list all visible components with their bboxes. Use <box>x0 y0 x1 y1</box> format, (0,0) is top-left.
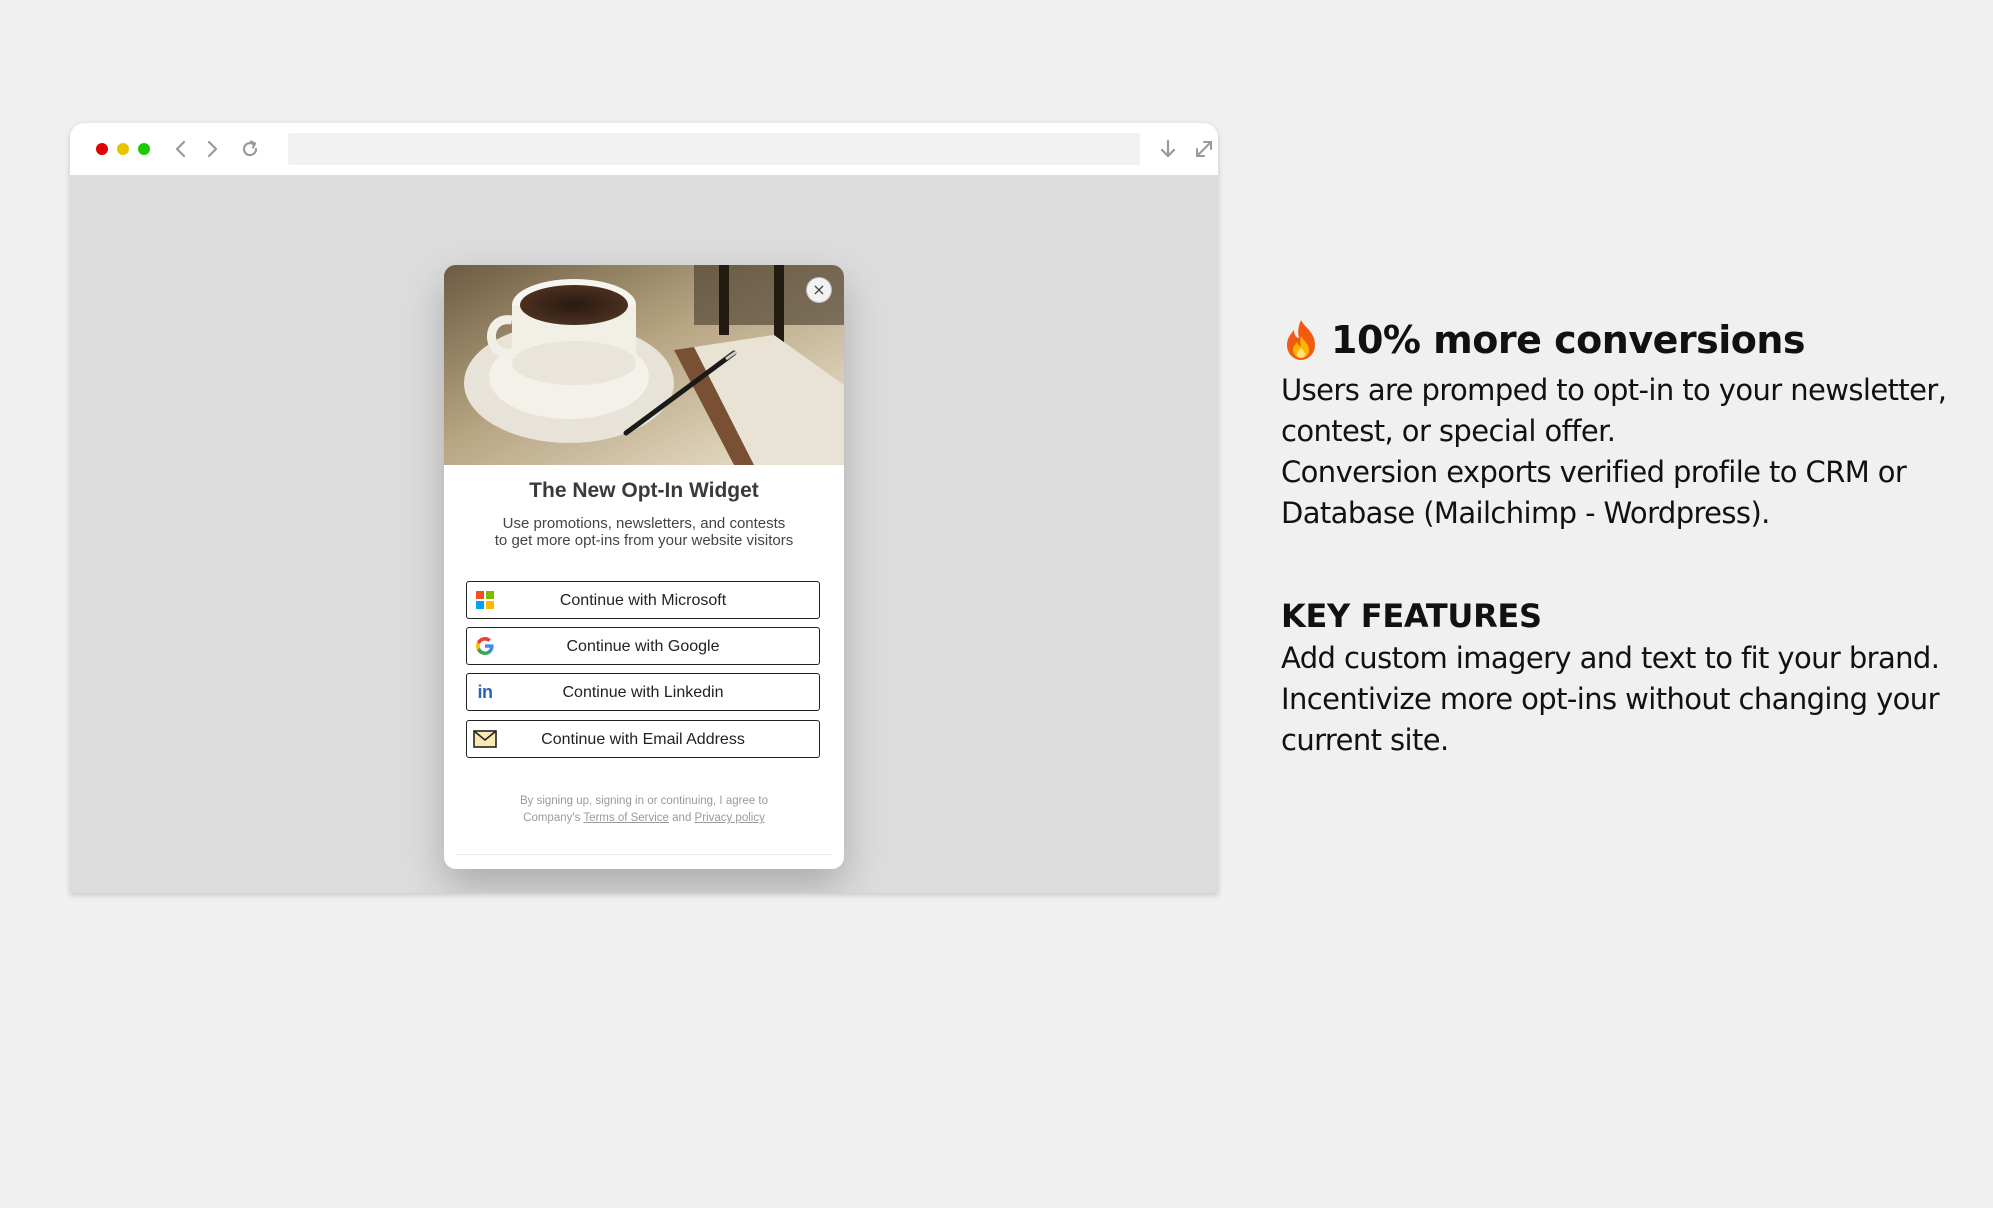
window-maximize-dot[interactable] <box>138 143 150 155</box>
terms-prefix: Company's <box>523 812 584 824</box>
window-close-dot[interactable] <box>96 143 108 155</box>
browser-toolbar <box>70 123 1218 175</box>
intro-paragraph: Users are promped to opt-in to your news… <box>1281 370 1981 534</box>
intro-line-3: Conversion exports verified profile to C… <box>1281 455 1907 489</box>
intro-line-1: Users are promped to opt-in to your news… <box>1281 373 1947 407</box>
subtitle-line-2: to get more opt-ins from your website vi… <box>494 532 794 549</box>
modal-title: The New Opt-In Widget <box>529 479 759 502</box>
headline-text: 10% more conversions <box>1331 318 1806 362</box>
email-button-label: Continue with Email Address <box>541 730 745 748</box>
download-icon[interactable] <box>1155 136 1181 162</box>
features-title: KEY FEATURES <box>1281 597 1542 635</box>
privacy-policy-link[interactable]: Privacy policy <box>695 812 765 824</box>
features-paragraph: Add custom imagery and text to fit your … <box>1281 638 1981 761</box>
continue-with-microsoft-button[interactable]: Continue with Microsoft <box>466 581 820 619</box>
continue-with-email-button[interactable]: Continue with Email Address <box>466 720 820 758</box>
intro-line-2: contest, or special offer. <box>1281 414 1616 448</box>
google-icon <box>475 636 495 656</box>
microsoft-icon <box>475 590 495 610</box>
modal-subtitle: Use promotions, newsletters, and contest… <box>464 515 824 549</box>
modal-divider <box>456 854 832 855</box>
microsoft-button-label: Continue with Microsoft <box>559 591 727 609</box>
window-minimize-dot[interactable] <box>117 143 129 155</box>
opt-in-modal: × The New Opt-In Widget Use promotions, … <box>444 265 844 869</box>
terms-notice: By signing up, signing in or continuing,… <box>484 793 804 827</box>
terms-of-service-link[interactable]: Terms of Service <box>583 812 669 824</box>
terms-and: and <box>668 812 695 824</box>
browser-window: × The New Opt-In Widget Use promotions, … <box>70 123 1218 893</box>
continue-with-google-button[interactable]: Continue with Google <box>466 627 820 665</box>
address-bar-input[interactable] <box>288 133 1140 165</box>
forward-icon[interactable] <box>199 136 225 162</box>
envelope-icon <box>473 729 497 749</box>
continue-with-linkedin-button[interactable]: in Continue with Linkedin <box>466 673 820 711</box>
feature-line-3: current site. <box>1281 723 1449 757</box>
linkedin-icon: in <box>477 681 494 702</box>
terms-line-1: By signing up, signing in or continuing,… <box>519 795 769 807</box>
linkedin-button-label: Continue with Linkedin <box>562 683 724 701</box>
marketing-copy: 10% more conversions Users are promped t… <box>1281 310 1981 761</box>
reload-icon[interactable] <box>237 136 263 162</box>
close-button[interactable]: × <box>806 277 832 303</box>
browser-viewport: × The New Opt-In Widget Use promotions, … <box>70 175 1218 893</box>
intro-line-4: Database (Mailchimp - Wordpress). <box>1281 496 1770 530</box>
feature-line-1: Add custom imagery and text to fit your … <box>1281 641 1940 675</box>
subtitle-line-1: Use promotions, newsletters, and contest… <box>502 515 786 532</box>
google-button-label: Continue with Google <box>566 637 720 655</box>
hero-image <box>444 265 844 465</box>
back-icon[interactable] <box>168 136 194 162</box>
headline: 10% more conversions <box>1281 310 1981 370</box>
feature-line-2: Incentivize more opt-ins without changin… <box>1281 682 1940 716</box>
fire-icon <box>1281 318 1321 362</box>
expand-icon[interactable] <box>1191 136 1217 162</box>
